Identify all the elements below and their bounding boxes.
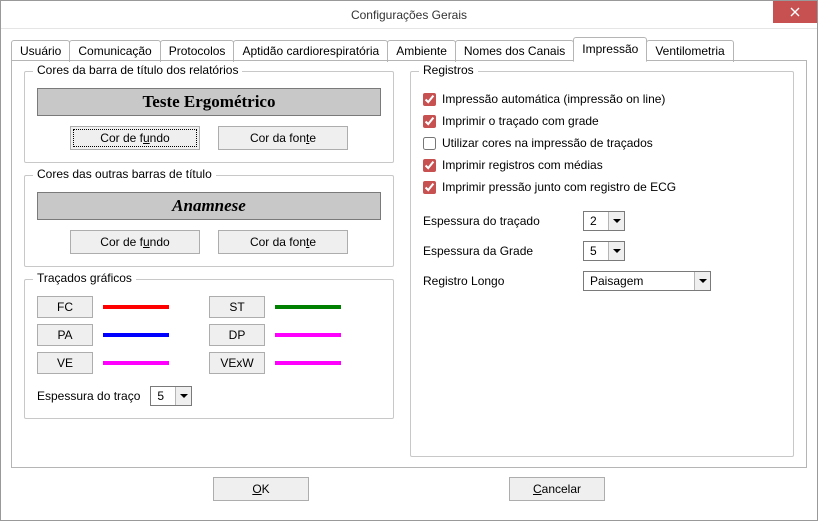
cb-label: Imprimir o traçado com grade — [442, 114, 599, 128]
content-area: Usuário Comunicação Protocolos Aptidão c… — [1, 29, 817, 520]
dialog-footer: OK Cancelar — [11, 468, 807, 510]
tab-aptidao[interactable]: Aptidão cardiorespiratória — [233, 40, 388, 62]
chevron-down-icon — [180, 394, 188, 398]
column-right: Registros Impressão automática (impressã… — [410, 71, 794, 457]
espessura-grade-value: 5 — [584, 244, 608, 258]
espessura-tracado-label: Espessura do traçado — [423, 214, 583, 228]
sample-bar-relatorio: Teste Ergométrico — [37, 88, 381, 116]
cancel-button[interactable]: Cancelar — [509, 477, 605, 501]
swatch-st — [275, 305, 341, 309]
cor-de-fundo-relatorio-button[interactable]: Cor de fundo — [70, 126, 200, 150]
tab-impressao[interactable]: Impressão — [573, 37, 647, 62]
column-left: Cores da barra de título dos relatórios … — [24, 71, 394, 457]
window-title: Configurações Gerais — [351, 8, 467, 22]
swatch-dp — [275, 333, 341, 337]
cb-label: Imprimir registros com médias — [442, 158, 603, 172]
group-cores-relatorios: Cores da barra de título dos relatórios … — [24, 71, 394, 163]
cb-imprimir-medias[interactable] — [423, 159, 436, 172]
espessura-tracado-combo[interactable]: 2 — [583, 211, 625, 231]
registro-longo-arrow[interactable] — [694, 272, 710, 290]
tab-page-impressao: Cores da barra de título dos relatórios … — [11, 61, 807, 468]
espessura-grade-arrow[interactable] — [608, 242, 624, 260]
cb-label: Utilizar cores na impressão de traçados — [442, 136, 653, 150]
espessura-traco-value: 5 — [151, 389, 175, 403]
cor-da-fonte-outras-button[interactable]: Cor da fonte — [218, 230, 348, 254]
cor-de-fundo-outras-button[interactable]: Cor de fundo — [70, 230, 200, 254]
cor-da-fonte-relatorio-button[interactable]: Cor da fonte — [218, 126, 348, 150]
trace-pa-button[interactable]: PA — [37, 324, 93, 346]
group-legend: Cores das outras barras de título — [33, 167, 216, 181]
tab-ambiente[interactable]: Ambiente — [387, 40, 456, 62]
tab-comunicacao[interactable]: Comunicação — [69, 40, 160, 62]
cb-impressao-automatica[interactable] — [423, 93, 436, 106]
group-legend: Registros — [419, 63, 478, 77]
tab-protocolos[interactable]: Protocolos — [160, 40, 235, 62]
espessura-grade-combo[interactable]: 5 — [583, 241, 625, 261]
cb-imprimir-grade[interactable] — [423, 115, 436, 128]
chevron-down-icon — [699, 279, 707, 283]
trace-st-button[interactable]: ST — [209, 296, 265, 318]
titlebar: Configurações Gerais — [1, 1, 817, 29]
cb-imprimir-pressao-ecg[interactable] — [423, 181, 436, 194]
swatch-ve — [103, 361, 169, 365]
trace-vexw-button[interactable]: VExW — [209, 352, 265, 374]
close-icon — [790, 7, 800, 17]
trace-ve-button[interactable]: VE — [37, 352, 93, 374]
dialog-window: Configurações Gerais Usuário Comunicação… — [0, 0, 818, 521]
sample-bar-anamnese: Anamnese — [37, 192, 381, 220]
tabs-row: Usuário Comunicação Protocolos Aptidão c… — [11, 37, 807, 61]
trace-fc-button[interactable]: FC — [37, 296, 93, 318]
espessura-traco-arrow[interactable] — [175, 387, 191, 405]
espessura-traco-label: Espessura do traço — [37, 389, 140, 403]
group-registros: Registros Impressão automática (impressã… — [410, 71, 794, 457]
swatch-fc — [103, 305, 169, 309]
chevron-down-icon — [613, 219, 621, 223]
espessura-grade-label: Espessura da Grade — [423, 244, 583, 258]
swatch-pa — [103, 333, 169, 337]
tab-nomes-canais[interactable]: Nomes dos Canais — [455, 40, 574, 62]
tab-usuario[interactable]: Usuário — [11, 40, 70, 62]
espessura-tracado-arrow[interactable] — [608, 212, 624, 230]
ok-button[interactable]: OK — [213, 477, 309, 501]
swatch-vexw — [275, 361, 341, 365]
registro-longo-value: Paisagem — [584, 274, 694, 288]
group-tracados-graficos: Traçados gráficos FC PA — [24, 279, 394, 419]
registro-longo-label: Registro Longo — [423, 274, 583, 288]
espessura-tracado-value: 2 — [584, 214, 608, 228]
close-button[interactable] — [773, 1, 817, 23]
group-legend: Cores da barra de título dos relatórios — [33, 63, 242, 77]
cb-utilizar-cores[interactable] — [423, 137, 436, 150]
group-cores-outras: Cores das outras barras de título Anamne… — [24, 175, 394, 267]
chevron-down-icon — [613, 249, 621, 253]
group-legend: Traçados gráficos — [33, 271, 136, 285]
cb-label: Impressão automática (impressão on line) — [442, 92, 665, 106]
espessura-traco-combo[interactable]: 5 — [150, 386, 192, 406]
tab-ventilometria[interactable]: Ventilometria — [646, 40, 733, 62]
trace-dp-button[interactable]: DP — [209, 324, 265, 346]
registro-longo-combo[interactable]: Paisagem — [583, 271, 711, 291]
cb-label: Imprimir pressão junto com registro de E… — [442, 180, 676, 194]
